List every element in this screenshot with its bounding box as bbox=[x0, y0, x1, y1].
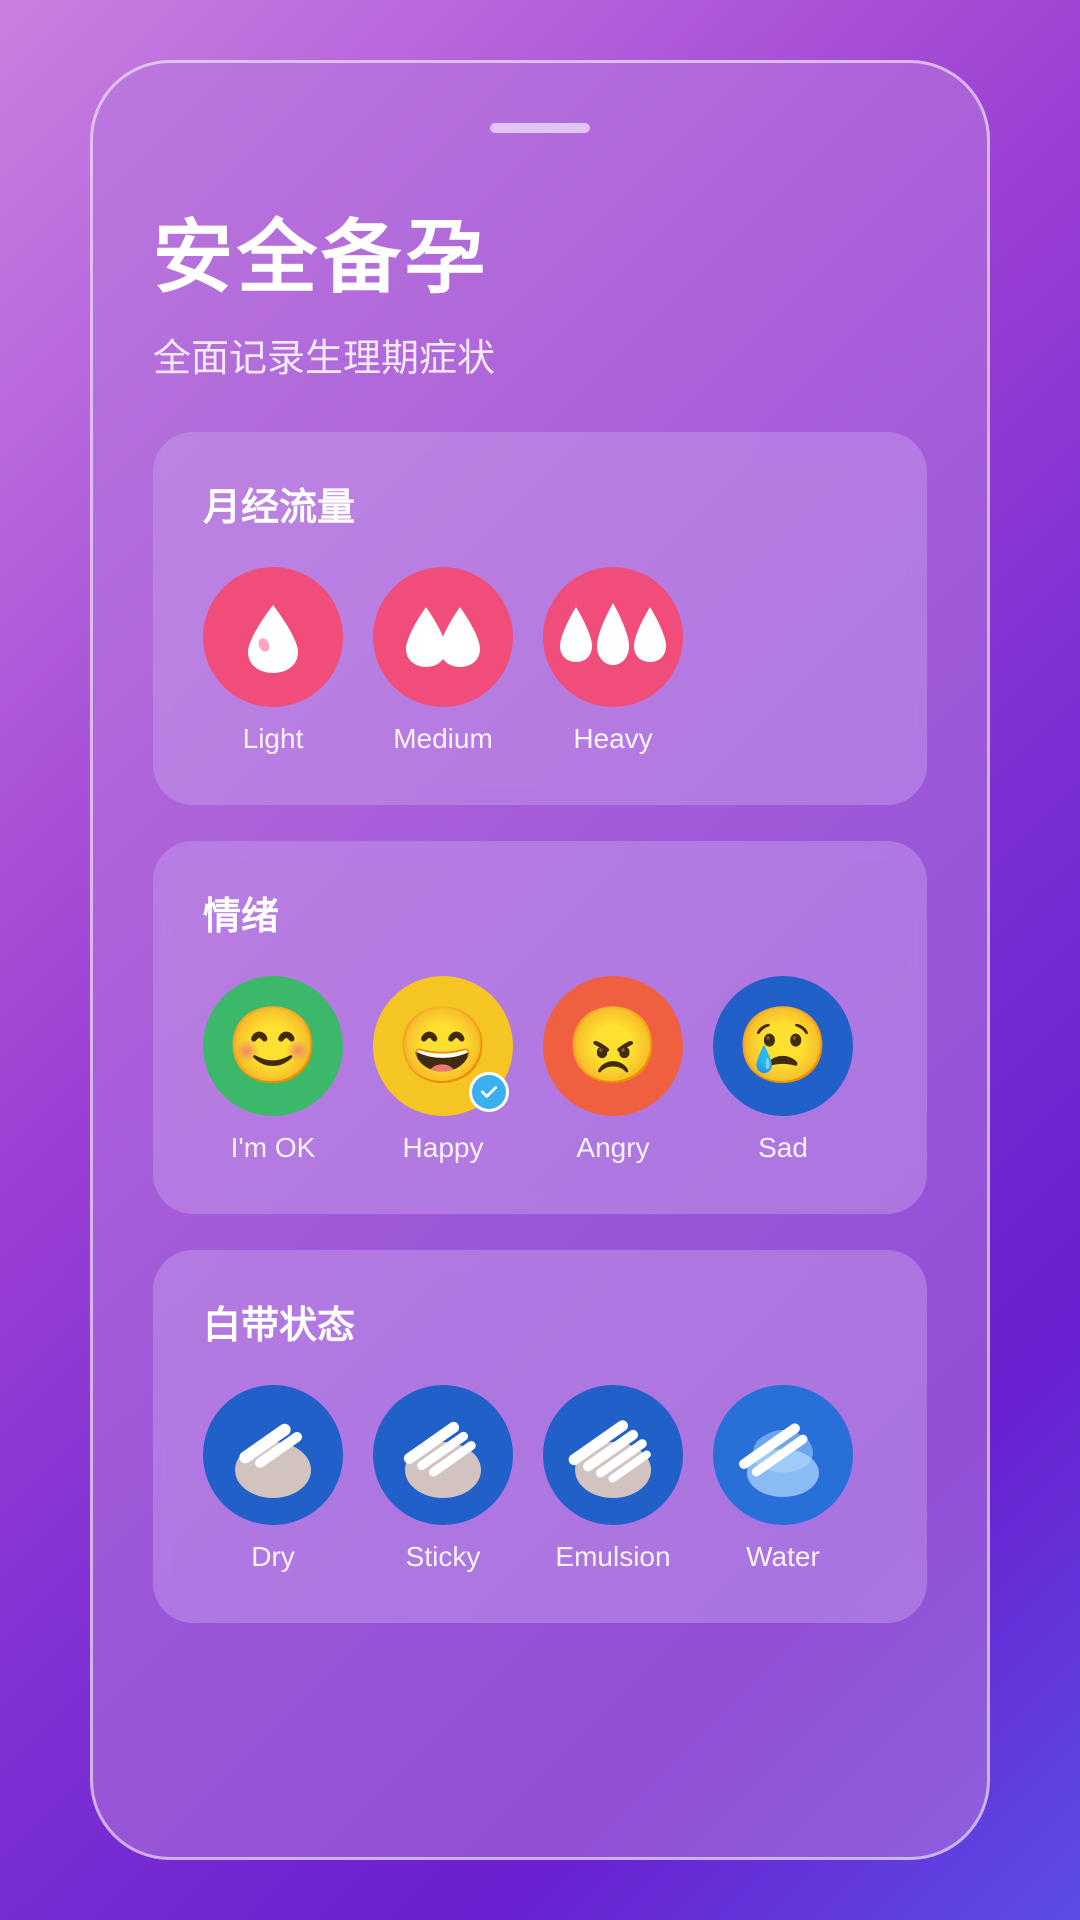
discharge-icon-dry bbox=[223, 1405, 323, 1505]
flow-label-medium: Medium bbox=[393, 723, 493, 755]
flow-item-medium[interactable]: Medium bbox=[373, 567, 513, 755]
discharge-icon-water bbox=[733, 1405, 833, 1505]
flow-label-heavy: Heavy bbox=[573, 723, 652, 755]
discharge-label-dry: Dry bbox=[251, 1541, 295, 1573]
discharge-section: 白带状态 Dry bbox=[153, 1250, 927, 1623]
flow-item-light[interactable]: Light bbox=[203, 567, 343, 755]
mood-label-happy: Happy bbox=[403, 1132, 484, 1164]
discharge-label-emulsion: Emulsion bbox=[555, 1541, 670, 1573]
discharge-circle-water bbox=[713, 1385, 853, 1525]
flow-circle-medium bbox=[373, 567, 513, 707]
mood-item-ok[interactable]: 😊 I'm OK bbox=[203, 976, 343, 1164]
mood-label-sad: Sad bbox=[758, 1132, 808, 1164]
mood-label-ok: I'm OK bbox=[231, 1132, 316, 1164]
status-bar bbox=[153, 123, 927, 133]
discharge-circle-emulsion bbox=[543, 1385, 683, 1525]
flow-section: 月经流量 Light bbox=[153, 432, 927, 805]
discharge-circle-dry bbox=[203, 1385, 343, 1525]
selected-checkmark bbox=[469, 1072, 509, 1112]
discharge-item-water[interactable]: Water bbox=[713, 1385, 853, 1573]
droplet-icon-light bbox=[238, 597, 308, 677]
mood-emoji-sad: 😢 bbox=[736, 1002, 829, 1090]
status-pill bbox=[490, 123, 590, 133]
mood-items-row: 😊 I'm OK 😄 Happy 😠 bbox=[203, 976, 877, 1164]
droplet-icon-medium bbox=[398, 597, 488, 677]
discharge-label-water: Water bbox=[746, 1541, 820, 1573]
discharge-item-sticky[interactable]: Sticky bbox=[373, 1385, 513, 1573]
discharge-items-row: Dry Sticky bbox=[203, 1385, 877, 1573]
mood-emoji-ok: 😊 bbox=[226, 1002, 319, 1090]
mood-label-angry: Angry bbox=[576, 1132, 649, 1164]
discharge-label-sticky: Sticky bbox=[406, 1541, 481, 1573]
mood-section: 情绪 😊 I'm OK 😄 Happy bbox=[153, 841, 927, 1214]
discharge-icon-emulsion bbox=[563, 1405, 663, 1505]
mood-item-angry[interactable]: 😠 Angry bbox=[543, 976, 683, 1164]
check-icon bbox=[478, 1081, 500, 1103]
discharge-icon-sticky bbox=[393, 1405, 493, 1505]
mood-item-happy[interactable]: 😄 Happy bbox=[373, 976, 513, 1164]
flow-label-light: Light bbox=[243, 723, 304, 755]
flow-section-title: 月经流量 bbox=[203, 476, 877, 531]
mood-emoji-angry: 😠 bbox=[566, 1002, 659, 1090]
mood-section-title: 情绪 bbox=[203, 885, 877, 940]
flow-items-row: Light Medium bbox=[203, 567, 877, 755]
discharge-section-title: 白带状态 bbox=[203, 1294, 877, 1349]
mood-circle-sad: 😢 bbox=[713, 976, 853, 1116]
phone-frame: 安全备孕 全面记录生理期症状 月经流量 Light bbox=[90, 60, 990, 1860]
discharge-circle-sticky bbox=[373, 1385, 513, 1525]
mood-circle-angry: 😠 bbox=[543, 976, 683, 1116]
mood-circle-ok: 😊 bbox=[203, 976, 343, 1116]
droplet-icon-heavy bbox=[558, 597, 668, 677]
app-title: 安全备孕 bbox=[153, 193, 927, 309]
app-subtitle: 全面记录生理期症状 bbox=[153, 327, 927, 382]
header: 安全备孕 全面记录生理期症状 bbox=[153, 193, 927, 382]
flow-circle-heavy bbox=[543, 567, 683, 707]
discharge-item-emulsion[interactable]: Emulsion bbox=[543, 1385, 683, 1573]
flow-item-heavy[interactable]: Heavy bbox=[543, 567, 683, 755]
flow-circle-light bbox=[203, 567, 343, 707]
discharge-item-dry[interactable]: Dry bbox=[203, 1385, 343, 1573]
mood-item-sad[interactable]: 😢 Sad bbox=[713, 976, 853, 1164]
mood-circle-happy: 😄 bbox=[373, 976, 513, 1116]
